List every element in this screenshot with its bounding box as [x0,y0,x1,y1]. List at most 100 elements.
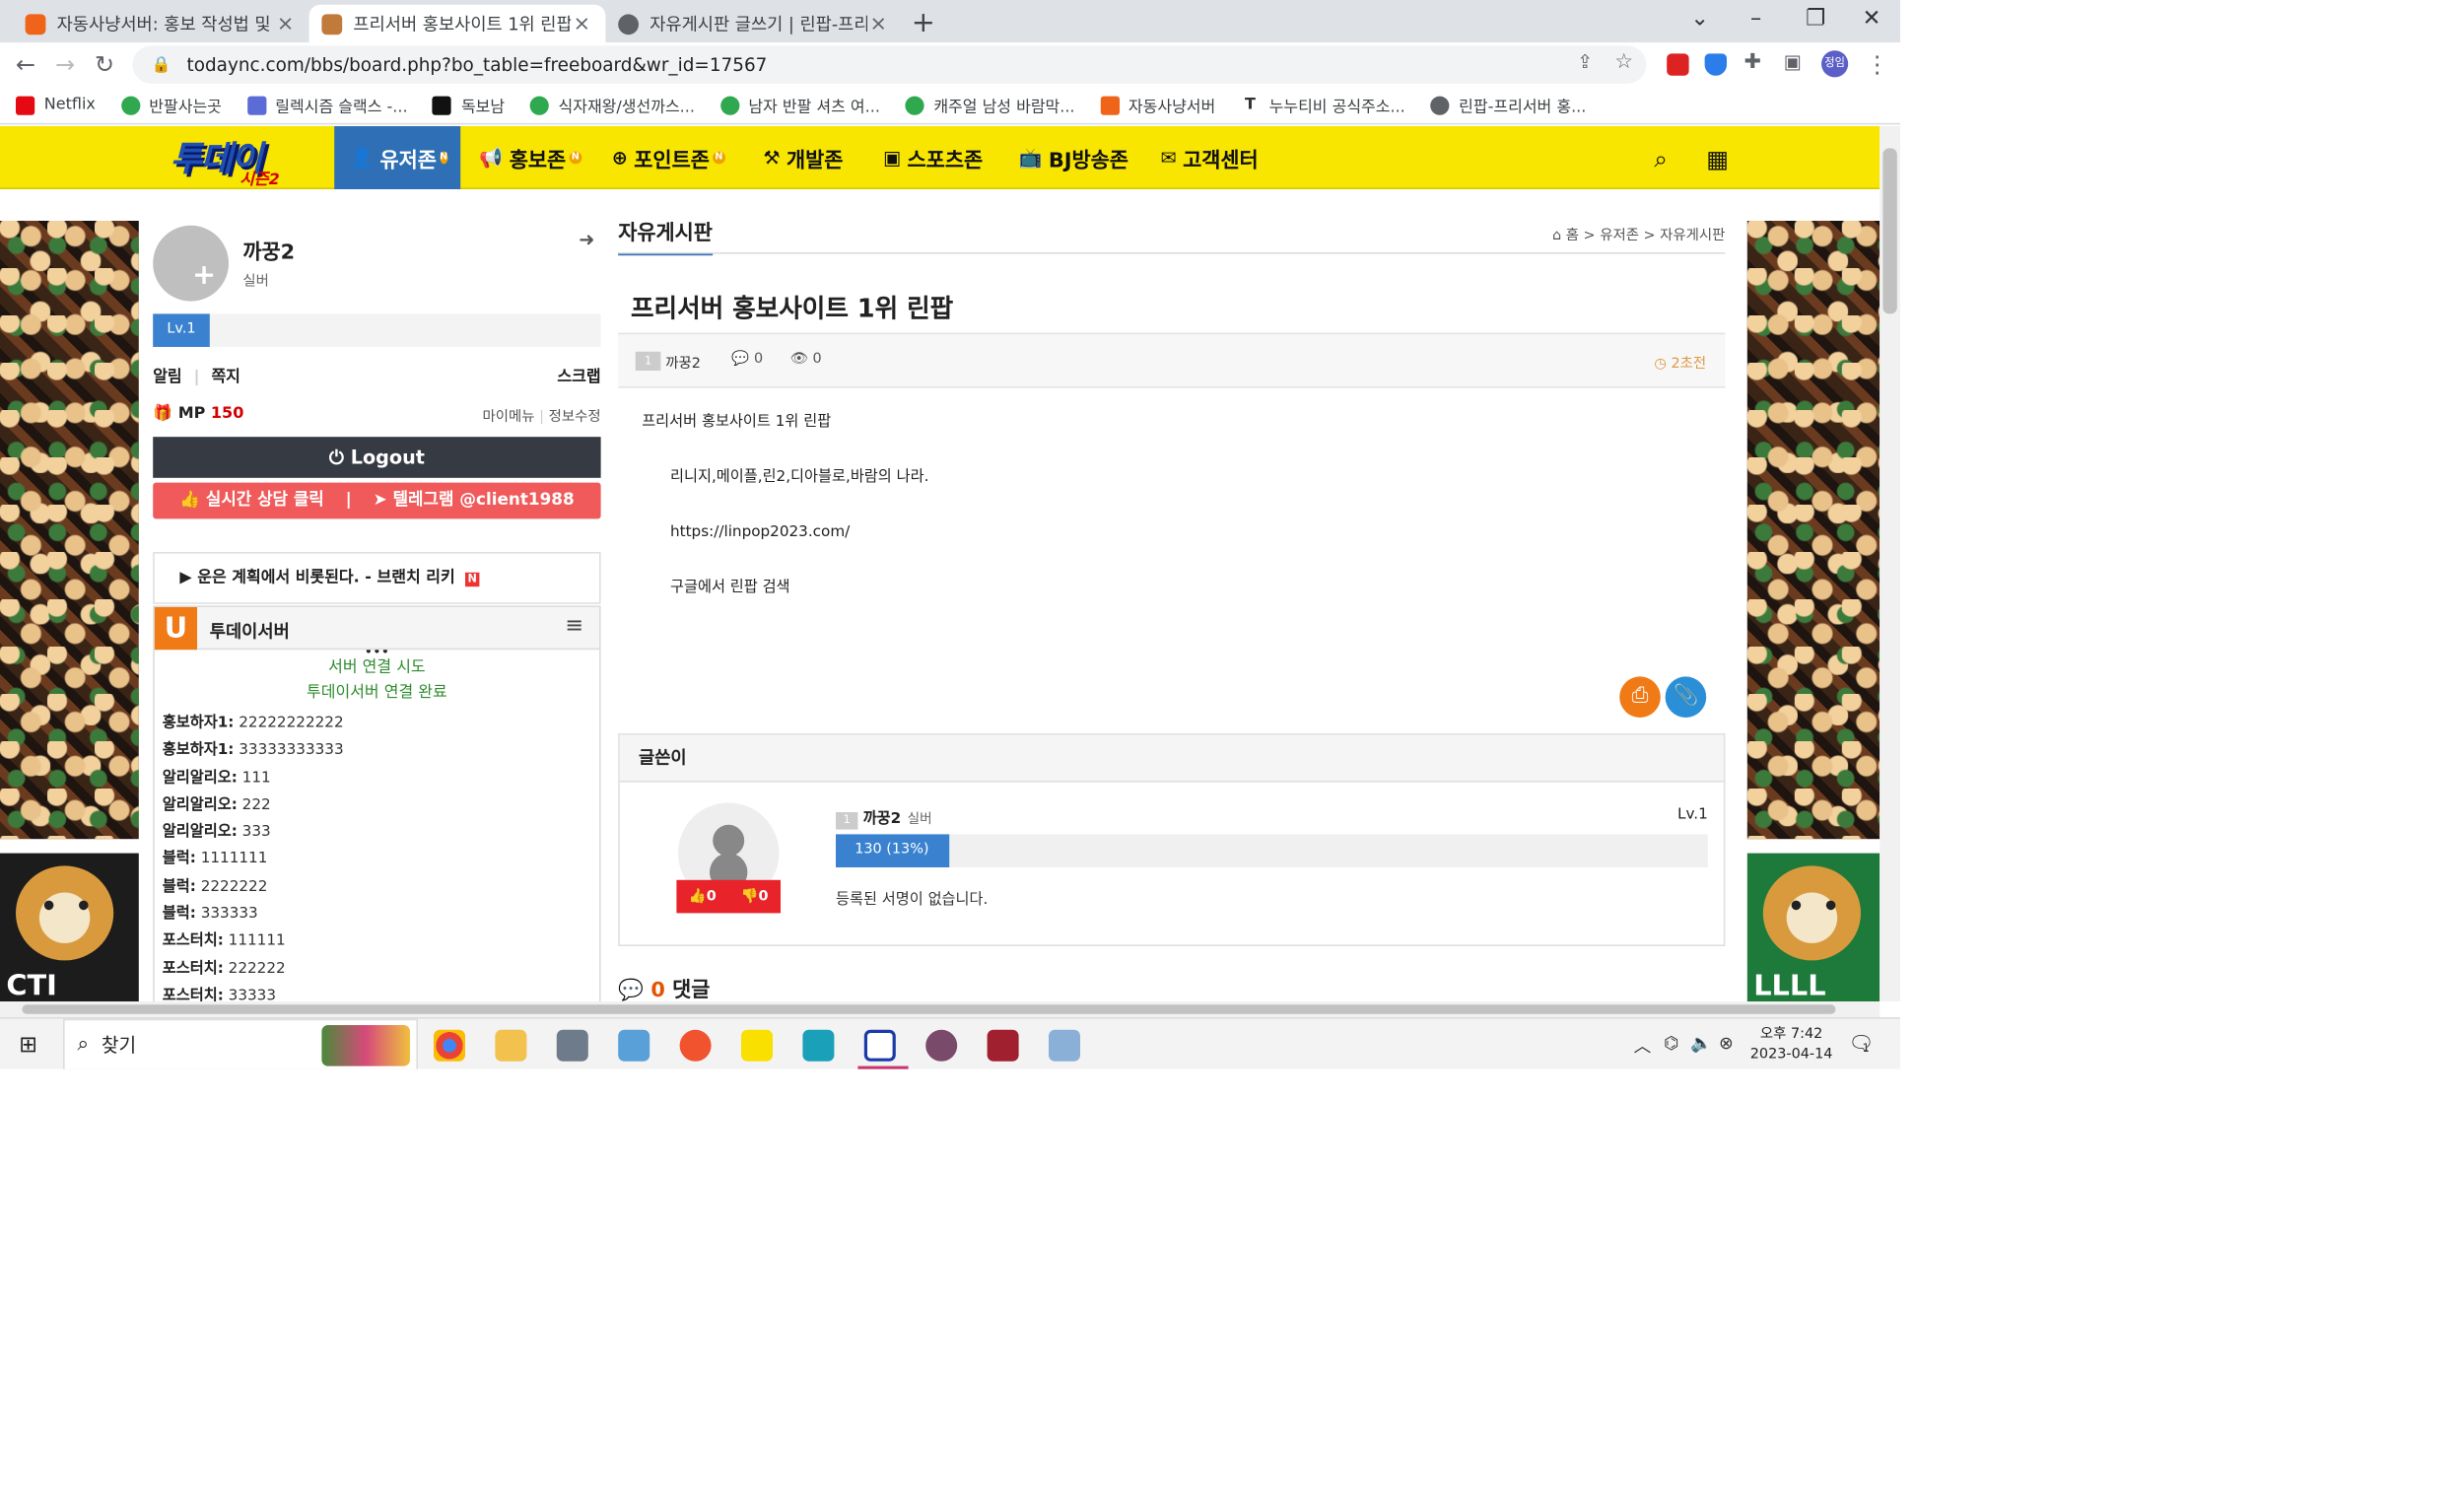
my-menu-link[interactable]: 마이메뉴 [483,410,535,426]
chat-text: 1111111 [200,851,268,868]
quote-box: ▶ 운은 계획에서 비롯된다. - 브랜치 리키 N [153,552,601,604]
right-ad-banner[interactable] [1746,221,1881,840]
app-icon[interactable] [679,1029,712,1062]
bookmark-item[interactable]: 남자 반팔 셔츠 여... [719,93,880,116]
menu-kebab-icon[interactable]: ⋮ [1866,50,1889,79]
right-doge-banner[interactable]: LLLL [1746,853,1881,1001]
network-icon[interactable]: ⌬ [1664,1033,1678,1054]
menu-support[interactable]: ✉ 고객센터 [1145,126,1274,189]
bookmark-item[interactable]: 자동사냥서버 [1100,93,1215,116]
ime-icon[interactable]: ⊗ [1719,1033,1734,1054]
hamburger-menu-icon[interactable]: ≡ [565,613,583,639]
back-icon[interactable]: ← [16,50,35,79]
post-time-value: 2초전 [1671,356,1707,373]
game-app-icon[interactable] [987,1029,1019,1062]
chrome-app-icon[interactable] [434,1029,465,1062]
restore-icon[interactable]: ❐ [1806,6,1825,32]
paint-app-icon[interactable] [1049,1029,1080,1062]
new-tab-button[interactable]: + [912,6,935,39]
volume-icon[interactable]: 🔈 [1690,1033,1712,1054]
menu-user-zone[interactable]: 👤 유저존 N [334,126,461,189]
tab-2-active[interactable]: 프리서버 홍보사이트 1위 린팝 × [308,4,606,43]
tab-3[interactable]: 자유게시판 글쓰기 | 린팝-프리서 × [605,5,902,42]
menu-sports-zone[interactable]: ▣ 스포츠존 [867,126,998,189]
minimize-icon[interactable]: – [1750,6,1761,32]
bookmark-item[interactable]: 릴렉시즘 슬랙스 -... [246,93,408,116]
notification-icon[interactable]: 🗨 [1848,1033,1874,1057]
edit-profile-link[interactable]: 정보수정 [549,410,601,426]
menu-dev-zone[interactable]: ⚒ 개발존 [747,126,858,189]
dislike-button[interactable]: 👎0 [741,889,769,905]
notifications-link[interactable]: 알림 [153,369,181,386]
profile-avatar-add-icon[interactable] [153,225,229,302]
scrap-link[interactable]: 스크랩 [557,363,600,386]
bookmark-item[interactable]: 독보남 [433,93,505,116]
breadcrumb-text[interactable]: 홈 > 유저존 > 자유게시판 [1566,229,1726,244]
close-tab-icon[interactable]: × [274,12,296,35]
consult-button[interactable]: 👍 실시간 상담 클릭 | ➤ 텔레그램 @client1988 [153,482,601,519]
post-link[interactable]: https://linpop2023.com/ [642,524,928,541]
app-icon[interactable] [618,1029,650,1062]
bookmark-item[interactable]: 캐주얼 남성 바람막... [905,93,1075,116]
bookmark-item[interactable]: 린팝-프리서버 홍... [1430,93,1586,116]
chat-text: 111111 [228,932,286,950]
bookmark-item[interactable]: 식자재왕/생선까스... [529,93,695,116]
forward-icon[interactable]: → [55,50,75,79]
extensions-puzzle-icon[interactable]: ✚ [1744,50,1761,74]
windows-start-icon[interactable]: ⊞ [19,1033,37,1059]
close-window-icon[interactable]: ✕ [1863,6,1881,32]
bookmark-star-icon[interactable]: ☆ [1614,50,1633,74]
search-icon[interactable]: ⌕ [1654,145,1667,173]
kakaotalk-icon[interactable] [741,1029,773,1062]
game-app-icon[interactable] [925,1029,958,1062]
grid-menu-icon[interactable]: ▦ [1706,145,1729,173]
post-author[interactable]: 까꿍2 [665,352,701,373]
vertical-scrollbar[interactable] [1880,126,1900,1001]
experience-bar: 130 (13%) [836,834,1708,867]
left-ad-banner[interactable] [0,221,139,840]
messages-link[interactable]: 쪽지 [211,369,239,386]
scroll-thumb[interactable] [1882,148,1897,314]
tray-chevron-icon[interactable]: ︿ [1634,1033,1652,1059]
horizontal-scrollbar[interactable] [0,1001,1881,1017]
logout-label: Logout [350,446,425,469]
print-button-icon[interactable]: ⎙ [1619,676,1661,718]
new-badge: N [465,572,480,587]
taskbar-search[interactable]: ⌕ 찾기 [63,1018,418,1069]
extension-shield-icon[interactable] [1704,53,1727,76]
menu-point-zone[interactable]: ⊕ 포인트존 N [596,126,741,189]
close-tab-icon[interactable]: × [867,12,889,35]
address-bar[interactable]: 🔒 todaync.com/bbs/board.php?bo_table=fre… [132,45,1647,84]
extension-red-icon[interactable] [1667,53,1689,76]
board-title[interactable]: 자유게시판 [618,216,713,256]
tab-1[interactable]: 자동사냥서버: 홍보 작성법 및 U × [13,5,309,42]
sign-out-icon[interactable]: ➜ [579,229,594,250]
site-logo[interactable]: 투데이 시즌2 [171,131,297,189]
window-app-icon[interactable] [857,1029,909,1069]
author-box: 글쓴이 👍0 👎0 1 까꿍2 실버 Lv.1 130 (13%) 등록된 서명이… [618,733,1726,946]
profile-avatar[interactable]: 정임 [1821,50,1849,78]
bookmark-item[interactable]: 반팔사는곳 [120,93,222,116]
close-tab-icon[interactable]: × [571,12,592,35]
attachment-button-icon[interactable]: 📎 [1665,676,1707,718]
music-app-icon[interactable] [802,1029,835,1062]
file-explorer-icon[interactable] [495,1029,527,1062]
bookmark-netflix[interactable]: Netflix [16,95,96,114]
scroll-thumb[interactable] [22,1004,1836,1014]
consult-label: 실시간 상담 클릭 [205,490,324,510]
share-icon[interactable]: ⇪ [1577,50,1593,72]
like-button[interactable]: 👍0 [689,889,717,905]
calculator-icon[interactable] [556,1029,588,1062]
menu-label: 고객센터 [1183,149,1259,173]
left-doge-banner[interactable]: CTI [0,853,139,1001]
reload-icon[interactable]: ↻ [95,50,114,79]
menu-promo-zone[interactable]: 📢 홍보존 N [463,126,597,189]
notification-count: 1 [1862,1042,1870,1056]
telegram-label[interactable]: 텔레그램 @client1988 [393,491,575,510]
side-panel-icon[interactable]: ▣ [1784,50,1802,72]
logout-button[interactable]: ⏻ Logout [153,437,601,478]
menu-bj-zone[interactable]: 📺 BJ방송존 [1003,126,1144,189]
taskbar-clock[interactable]: 오후 7:42 2023-04-14 [1744,1025,1839,1066]
tab-search-icon[interactable]: ⌄ [1690,6,1709,32]
bookmark-item[interactable]: T 누누티비 공식주소... [1240,93,1405,116]
